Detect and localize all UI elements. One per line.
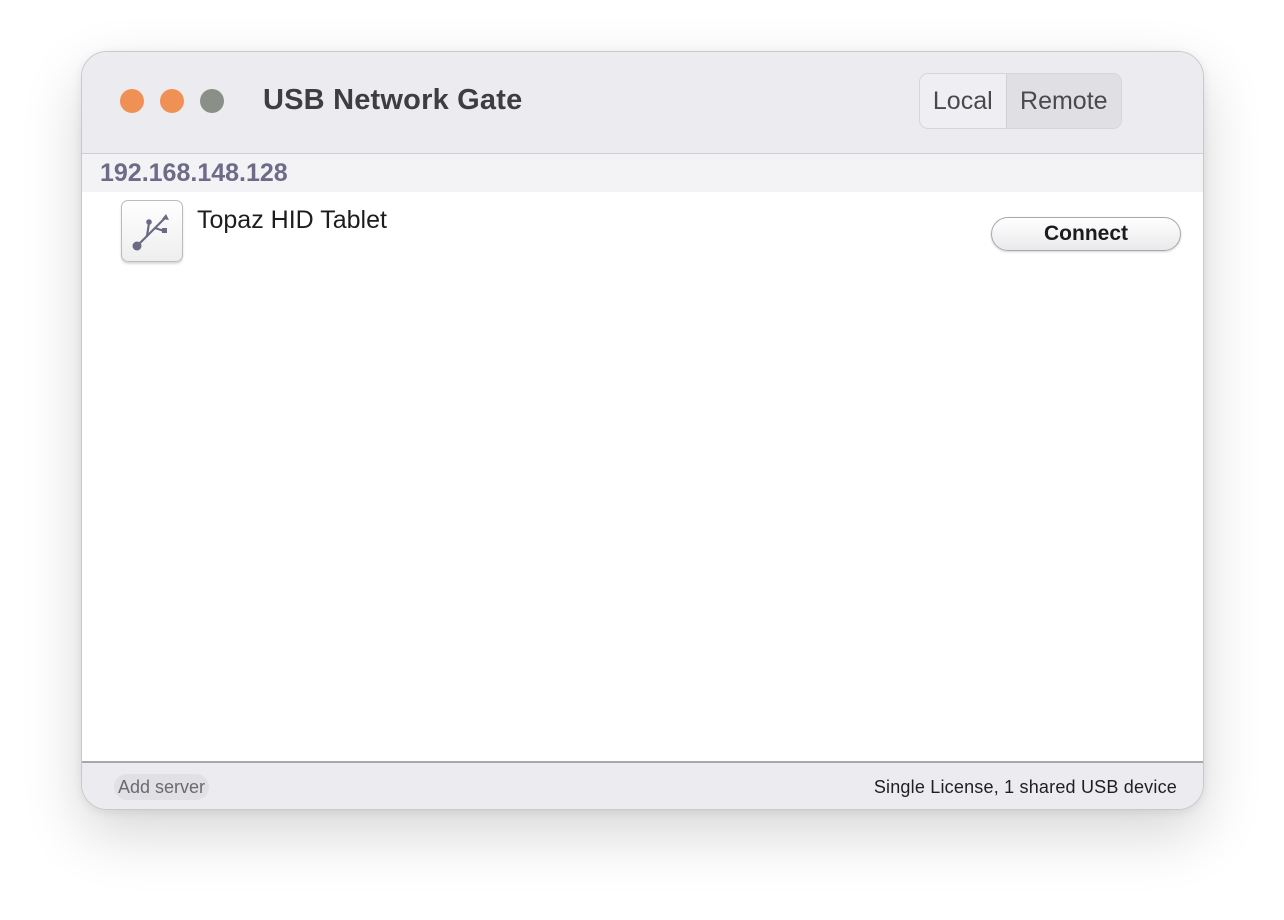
- server-header: 192.168.148.128: [82, 154, 1203, 192]
- local-remote-toggle: Local Remote: [919, 73, 1122, 129]
- app-window: USB Network Gate Local Remote 192.168.14…: [81, 51, 1204, 810]
- tab-remote[interactable]: Remote: [1006, 74, 1121, 128]
- tab-local[interactable]: Local: [920, 74, 1007, 128]
- add-server-button[interactable]: Add server: [114, 774, 210, 800]
- window-title: USB Network Gate: [263, 84, 523, 116]
- server-address: 192.168.148.128: [100, 159, 288, 187]
- device-name: Topaz HID Tablet: [197, 206, 387, 234]
- close-window-button[interactable]: [120, 89, 144, 113]
- license-info: Single License, 1 shared USB device: [873, 777, 1177, 797]
- zoom-window-button[interactable]: [200, 89, 224, 113]
- minimize-window-button[interactable]: [160, 89, 184, 113]
- status-bar: Add server Single License, 1 shared USB …: [82, 761, 1203, 809]
- title-bar: USB Network Gate Local Remote: [82, 52, 1203, 154]
- connect-button[interactable]: Connect: [991, 217, 1181, 251]
- usb-icon: [121, 200, 183, 262]
- device-row[interactable]: Topaz HID Tablet Connect: [82, 192, 1203, 268]
